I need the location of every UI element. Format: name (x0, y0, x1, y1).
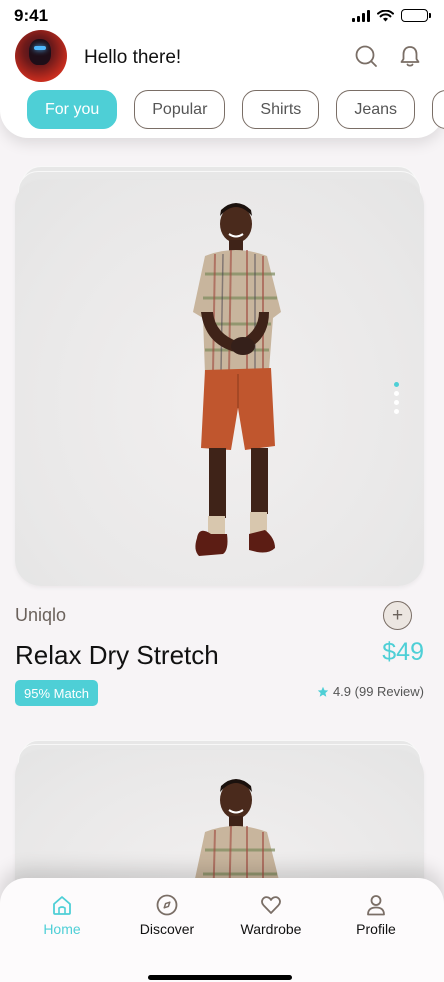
nav-label: Home (43, 921, 81, 937)
search-icon (355, 45, 377, 67)
product-rating: 4.9 (99 Review) (317, 684, 424, 699)
pagination-dot (394, 391, 399, 396)
add-to-wardrobe-button[interactable]: + (383, 601, 412, 630)
signal-icon (352, 9, 370, 22)
pagination-dot-active (394, 382, 399, 387)
model-figure (193, 203, 281, 556)
home-indicator (148, 975, 292, 980)
nav-discover[interactable]: Discover (122, 894, 212, 937)
chip-partial[interactable]: S (432, 90, 444, 129)
pagination-dot (394, 400, 399, 405)
nav-wardrobe[interactable]: Wardrobe (226, 894, 316, 937)
greeting-text: Hello there! (84, 47, 182, 68)
bottom-nav: Home Discover Wardrobe Profile (0, 878, 444, 982)
nav-label: Profile (356, 921, 396, 937)
wifi-icon (377, 9, 394, 21)
compass-icon (156, 894, 178, 916)
star-icon (317, 686, 329, 697)
product-card[interactable] (15, 166, 424, 586)
nav-label: Discover (139, 921, 195, 937)
status-time: 9:41 (14, 6, 49, 25)
avatar[interactable] (15, 30, 67, 82)
rating-text: 4.9 (99 Review) (332, 684, 424, 699)
status-icons (352, 9, 431, 22)
image-pagination[interactable] (394, 382, 399, 414)
nav-home[interactable]: Home (17, 894, 107, 937)
chip-shirts[interactable]: Shirts (242, 90, 320, 129)
product-brand: Uniqlo (15, 605, 67, 625)
home-icon (53, 896, 71, 915)
chip-for-you[interactable]: For you (27, 90, 118, 129)
product-image[interactable] (15, 180, 424, 586)
heart-icon (261, 896, 281, 914)
nav-label: Wardrobe (240, 921, 302, 937)
nav-profile[interactable]: Profile (331, 894, 421, 937)
battery-icon (401, 9, 431, 22)
product-price: $49 (382, 638, 424, 666)
notifications-button[interactable] (398, 44, 422, 68)
user-icon (367, 895, 385, 916)
match-badge: 95% Match (15, 680, 99, 706)
product-name: Relax Dry Stretch (15, 640, 219, 670)
chip-popular[interactable]: Popular (134, 90, 226, 129)
chip-jeans[interactable]: Jeans (336, 90, 416, 129)
pagination-dot (394, 409, 399, 414)
search-button[interactable] (354, 44, 378, 68)
status-bar: 9:41 (0, 0, 444, 34)
category-chips: For you Popular Shirts Jeans S (27, 90, 444, 130)
plus-icon: + (391, 605, 404, 626)
bell-icon (400, 46, 420, 67)
